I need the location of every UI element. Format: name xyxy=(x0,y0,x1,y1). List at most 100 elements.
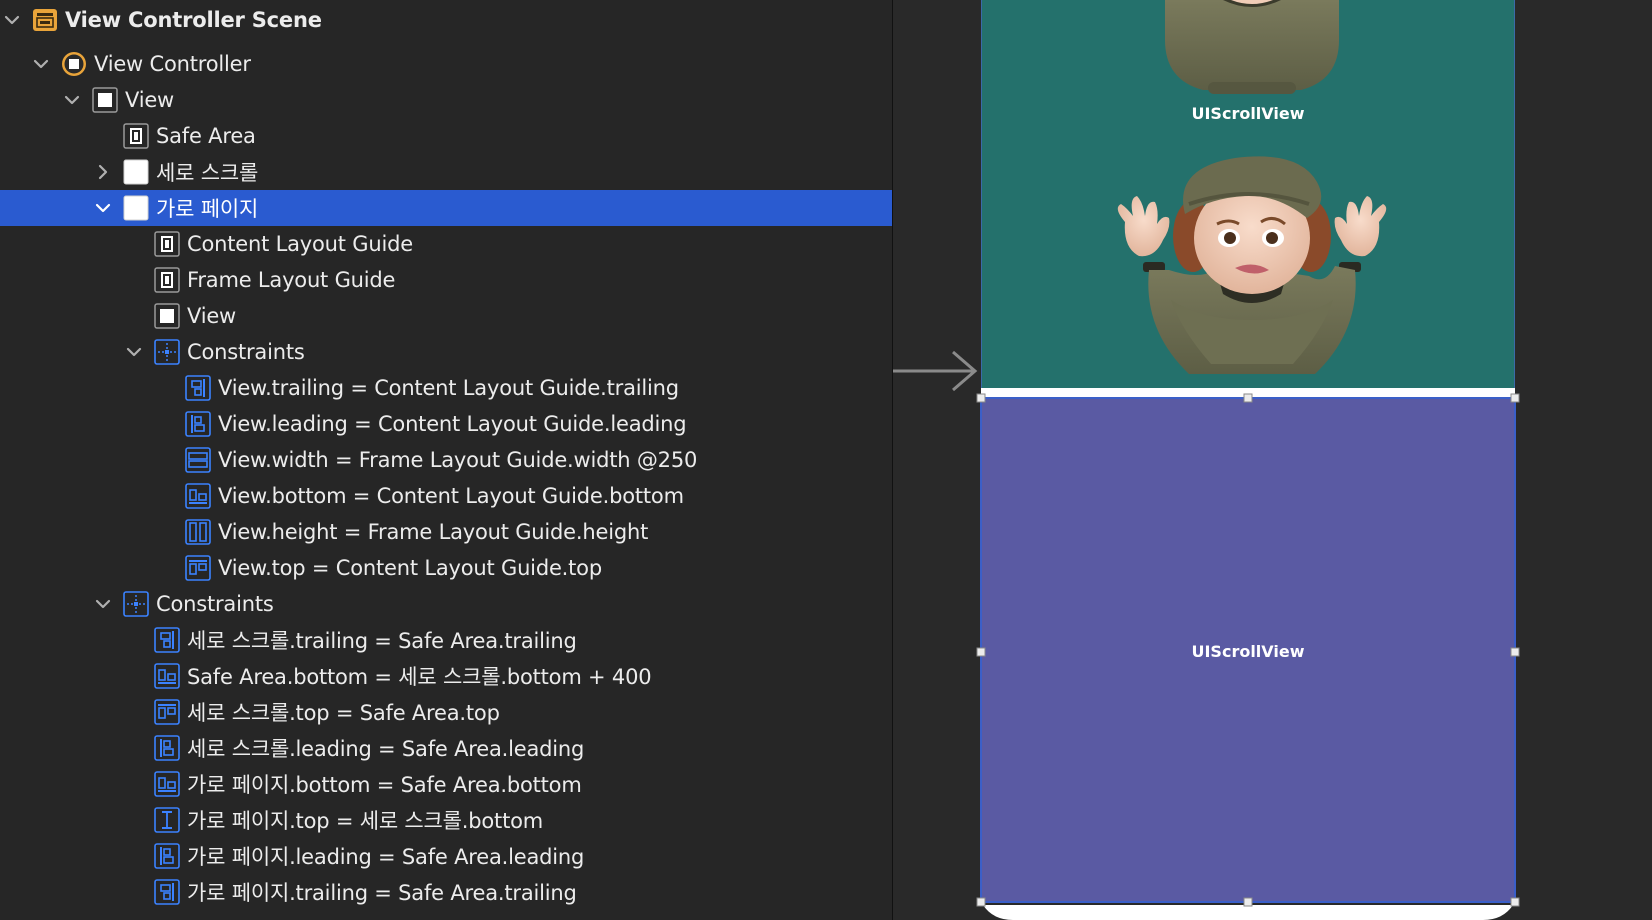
outline-row[interactable]: Content Layout Guide xyxy=(0,226,892,262)
storyboard-canvas[interactable]: UIScrollView UIScrollView xyxy=(893,0,1652,920)
view-controller-icon xyxy=(61,51,87,77)
constraints-group-icon xyxy=(154,339,180,365)
chevron-down-icon[interactable] xyxy=(0,8,24,32)
chevron-down-icon[interactable] xyxy=(122,340,146,364)
outline-row[interactable]: 세로 스크롤 xyxy=(0,154,892,190)
layout-guide-icon xyxy=(154,267,180,293)
outline-row-label: 가로 페이지 xyxy=(156,197,259,221)
scroll-view-label-bottom: UIScrollView xyxy=(1191,642,1304,661)
trailing-constraint-icon xyxy=(154,879,180,905)
outline-row[interactable]: View xyxy=(0,298,892,334)
outline-row-label: 세로 스크롤.top = Safe Area.top xyxy=(187,701,500,725)
outline-row-label: Content Layout Guide xyxy=(187,232,413,256)
chevron-right-icon[interactable] xyxy=(91,160,115,184)
trailing-constraint-icon xyxy=(154,627,180,653)
outline-row[interactable]: 가로 페이지.bottom = Safe Area.bottom xyxy=(0,766,892,802)
top-constraint-icon xyxy=(154,699,180,725)
bottom-constraint-icon xyxy=(154,663,180,689)
scroll-view-label-top: UIScrollView xyxy=(1191,104,1304,123)
scroll-view-icon xyxy=(123,159,149,185)
outline-row-label: Frame Layout Guide xyxy=(187,268,396,292)
outline-row[interactable]: Safe Area xyxy=(0,118,892,154)
bottom-constraint-icon xyxy=(185,483,211,509)
constraints-group-icon xyxy=(123,591,149,617)
outline-row-label: View.height = Frame Layout Guide.height xyxy=(218,520,649,544)
outline-row[interactable]: 세로 스크롤.top = Safe Area.top xyxy=(0,694,892,730)
outline-row[interactable]: View Controller Scene xyxy=(0,2,892,38)
outline-row-label: Constraints xyxy=(187,340,305,364)
outline-row-label: 세로 스크롤.trailing = Safe Area.trailing xyxy=(187,629,577,653)
outline-row[interactable]: Constraints xyxy=(0,334,892,370)
layout-guide-icon xyxy=(123,123,149,149)
scroll-view-icon xyxy=(123,195,149,221)
outline-row-label: View.top = Content Layout Guide.top xyxy=(218,556,602,580)
vertical-spacing-constraint-icon xyxy=(154,807,180,833)
outline-row[interactable]: Constraints xyxy=(0,586,892,622)
leading-constraint-icon xyxy=(154,735,180,761)
layout-guide-icon xyxy=(154,231,180,257)
leading-constraint-icon xyxy=(154,843,180,869)
outline-row-label: View.bottom = Content Layout Guide.botto… xyxy=(218,484,684,508)
outline-row-label: 가로 페이지.top = 세로 스크롤.bottom xyxy=(187,809,544,833)
top-constraint-icon xyxy=(185,555,211,581)
outline-row[interactable]: Safe Area.bottom = 세로 스크롤.bottom + 400 xyxy=(0,658,892,694)
trailing-constraint-icon xyxy=(185,375,211,401)
outline-row[interactable]: 세로 스크롤.trailing = Safe Area.trailing xyxy=(0,622,892,658)
outline-row[interactable]: View xyxy=(0,82,892,118)
outline-row[interactable]: 가로 페이지.leading = Safe Area.leading xyxy=(0,838,892,874)
document-outline: View Controller Scene View Controller View… xyxy=(0,0,892,920)
outline-row[interactable]: View.leading = Content Layout Guide.lead… xyxy=(0,406,892,442)
outline-row-label: Safe Area.bottom = 세로 스크롤.bottom + 400 xyxy=(187,665,652,689)
outline-row[interactable]: View.bottom = Content Layout Guide.botto… xyxy=(0,478,892,514)
leading-constraint-icon xyxy=(185,411,211,437)
outline-row[interactable]: 가로 페이지 xyxy=(0,190,892,226)
outline-row-label: 세로 스크롤.leading = Safe Area.leading xyxy=(187,737,585,761)
memoji-image-top xyxy=(1165,0,1339,94)
outline-row[interactable]: 가로 페이지.trailing = Safe Area.trailing xyxy=(0,874,892,910)
view-icon xyxy=(154,303,180,329)
outline-row[interactable]: View.trailing = Content Layout Guide.tra… xyxy=(0,370,892,406)
outline-row-label: View Controller xyxy=(94,52,251,76)
entry-point-arrow[interactable] xyxy=(893,350,978,392)
chevron-down-icon[interactable] xyxy=(60,88,84,112)
chevron-down-icon[interactable] xyxy=(29,52,53,76)
outline-row[interactable]: View.top = Content Layout Guide.top xyxy=(0,550,892,586)
chevron-down-icon[interactable] xyxy=(91,196,115,220)
outline-row[interactable]: View Controller xyxy=(0,46,892,82)
bottom-constraint-icon xyxy=(154,771,180,797)
outline-row-label: View.trailing = Content Layout Guide.tra… xyxy=(218,376,679,400)
outline-row[interactable]: View.width = Frame Layout Guide.width @2… xyxy=(0,442,892,478)
outline-row-label: 세로 스크롤 xyxy=(156,161,259,185)
view-icon xyxy=(92,87,118,113)
outline-row-label: View xyxy=(187,304,237,328)
chevron-down-icon[interactable] xyxy=(91,592,115,616)
outline-row-label: View.leading = Content Layout Guide.lead… xyxy=(218,412,687,436)
scene-icon xyxy=(32,7,58,33)
outline-row-label: Safe Area xyxy=(156,124,256,148)
width-constraint-icon xyxy=(185,447,211,473)
outline-row[interactable]: Frame Layout Guide xyxy=(0,262,892,298)
outline-row-label: 가로 페이지.trailing = Safe Area.trailing xyxy=(187,881,577,905)
outline-row-label: Constraints xyxy=(156,592,274,616)
outline-row[interactable]: 세로 스크롤.leading = Safe Area.leading xyxy=(0,730,892,766)
outline-row-label: View.width = Frame Layout Guide.width @2… xyxy=(218,448,698,472)
outline-row-label: View xyxy=(125,88,175,112)
outline-row[interactable]: View.height = Frame Layout Guide.height xyxy=(0,514,892,550)
outline-row[interactable]: 가로 페이지.top = 세로 스크롤.bottom xyxy=(0,802,892,838)
